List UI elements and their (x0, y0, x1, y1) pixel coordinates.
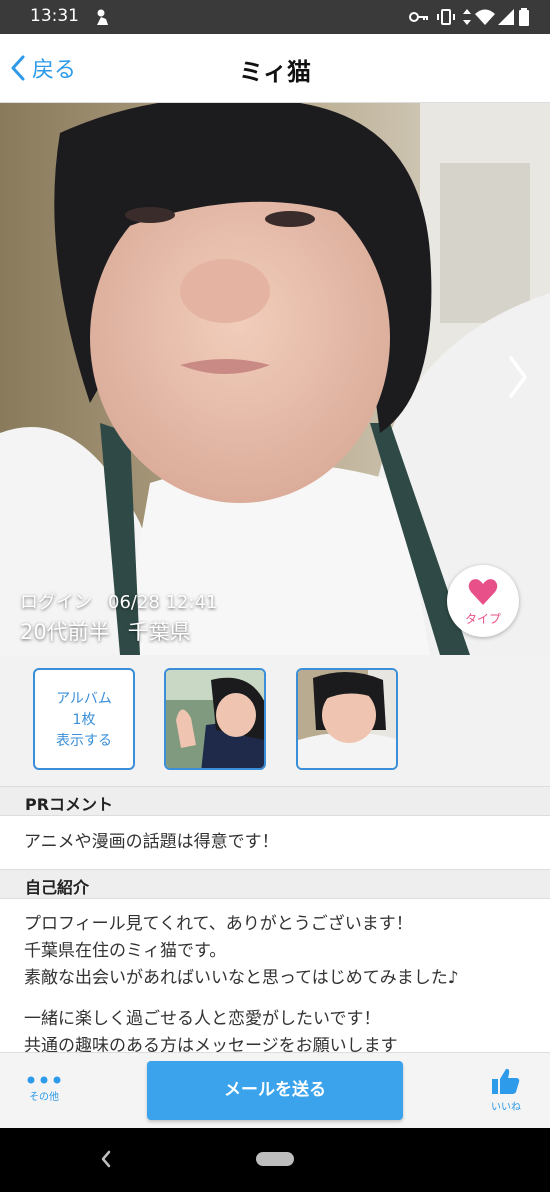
send-mail-button[interactable]: メールを送る (147, 1061, 403, 1120)
age-location: 20代前半 千葉県 (20, 616, 191, 646)
intro-line: 一緒に楽しく過ごせる人と恋愛がしたいです！ (24, 1009, 381, 1029)
like-label: いいね (491, 1102, 521, 1113)
type-label: タイプ (464, 612, 501, 626)
self-intro-heading: 自己紹介 (25, 878, 90, 897)
status-time: 13:31 (30, 6, 79, 26)
system-home-pill[interactable] (256, 1152, 294, 1166)
heart-icon (468, 579, 498, 605)
self-intro-text: プロフィール見てくれて、ありがとうございます！ 千葉県在住のミィ猫です。 素敵な… (24, 911, 459, 1060)
album-line2: 1枚 (72, 712, 96, 728)
login-info: ログイン 06/28 12:41 (20, 588, 217, 614)
nav-bar: 戻る ミィ猫 (0, 34, 550, 103)
page-title: ミィ猫 (239, 58, 311, 86)
battery-icon (518, 7, 530, 31)
album-line1: アルバム (56, 691, 112, 707)
photo-thumbnail[interactable] (296, 668, 398, 770)
pr-comment-heading: PRコメント (25, 795, 114, 814)
next-photo-icon[interactable] (508, 355, 528, 399)
thumbnail-image (166, 670, 264, 768)
wifi-icon (474, 7, 496, 31)
login-time: 06/28 12:41 (108, 592, 218, 613)
intro-line: プロフィール見てくれて、ありがとうございます！ (24, 914, 413, 934)
intro-line: 素敵な出会いがあればいいなと思ってはじめてみました♪ (24, 968, 459, 988)
bottom-action-bar: その他 メールを送る いいね (0, 1052, 550, 1129)
like-button[interactable]: いいね (484, 1067, 528, 1113)
thumbs-up-icon (492, 1068, 520, 1094)
vibrate-icon (436, 7, 456, 31)
key-icon (408, 7, 430, 31)
pr-comment-text: アニメや漫画の話題は得意です！ (24, 832, 279, 852)
system-nav-bar (0, 1128, 550, 1192)
status-bar: 13:31 (0, 0, 550, 34)
notification-icon (92, 7, 112, 31)
photo-thumbnail[interactable] (164, 668, 266, 770)
login-label: ログイン (20, 592, 92, 613)
thumbnail-image (298, 670, 396, 768)
thumbnail-row: アルバム 1枚 表示する (0, 655, 550, 786)
location-text: 千葉県 (127, 620, 191, 644)
album-line3: 表示する (56, 733, 112, 749)
data-arrows-icon (462, 7, 472, 31)
type-button[interactable]: タイプ (447, 565, 519, 637)
intro-line: 千葉県在住のミィ猫です。 (24, 941, 227, 961)
other-button[interactable]: その他 (22, 1075, 66, 1103)
other-label: その他 (29, 1092, 59, 1103)
signal-icon (497, 7, 515, 31)
system-back-icon[interactable] (100, 1150, 112, 1168)
age-text: 20代前半 (20, 620, 110, 644)
pr-comment-header: PRコメント (0, 786, 550, 816)
album-button[interactable]: アルバム 1枚 表示する (33, 668, 135, 770)
self-intro-header: 自己紹介 (0, 869, 550, 899)
more-dots-icon (27, 1076, 61, 1084)
